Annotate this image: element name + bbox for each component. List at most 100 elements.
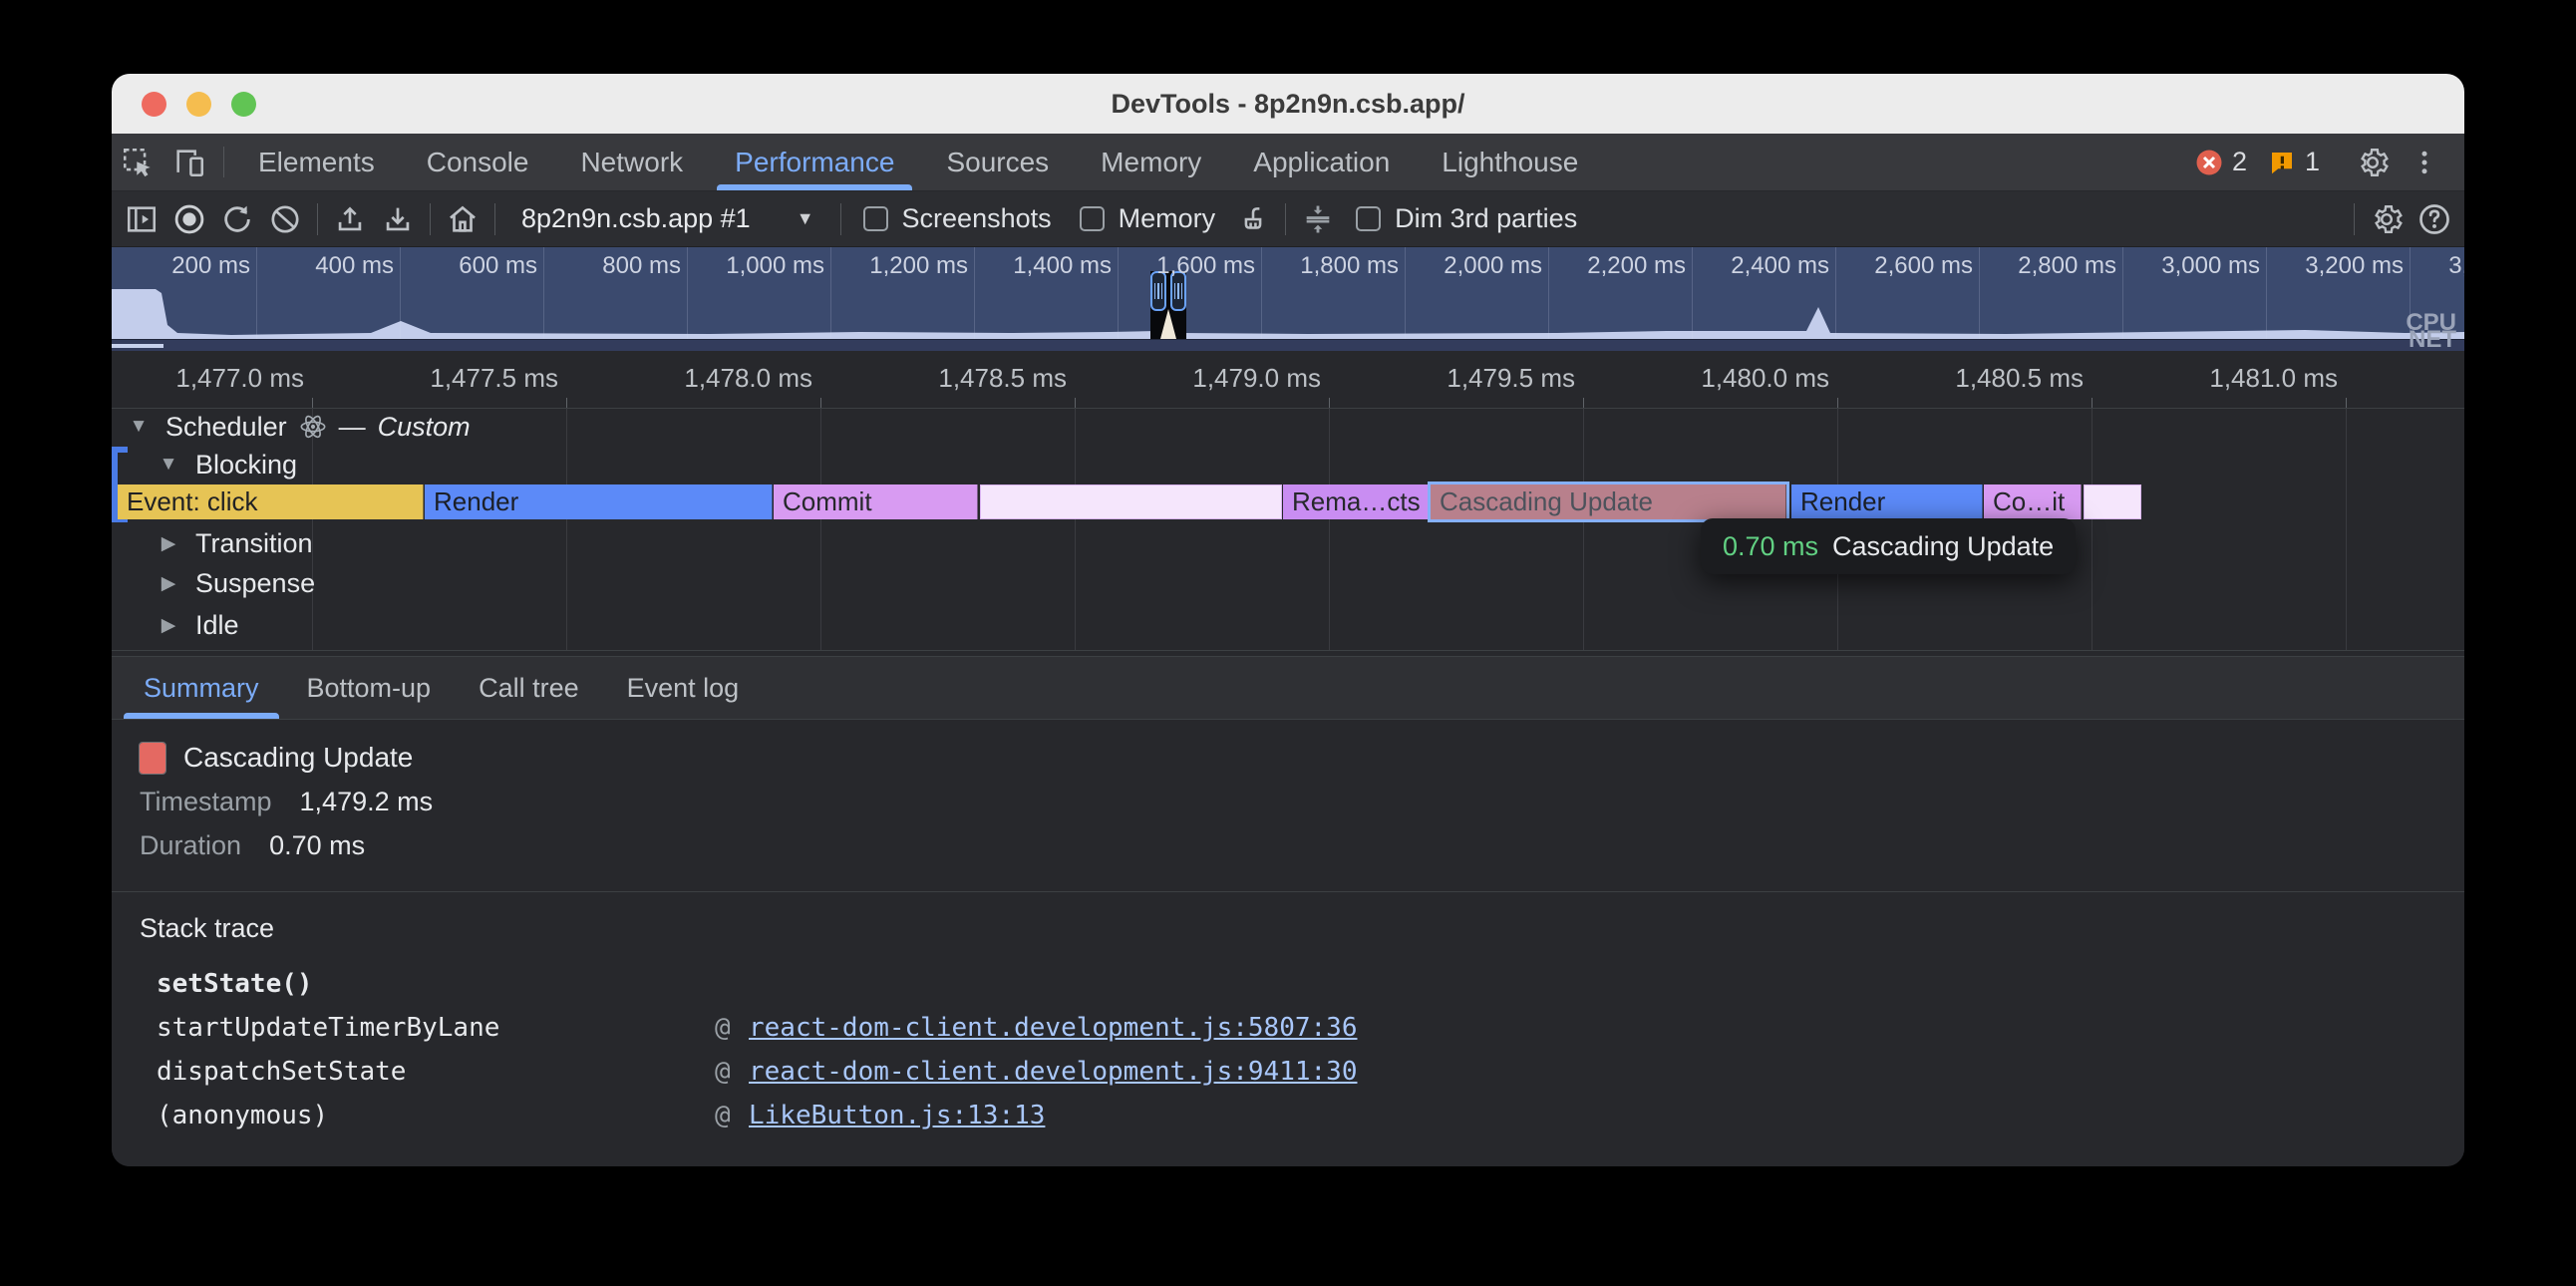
close-window-button[interactable] bbox=[142, 92, 166, 117]
ruler-tick-label: 1,479.0 ms bbox=[1192, 363, 1321, 394]
warning-badge[interactable]: 1 bbox=[2267, 147, 2320, 177]
tab-application[interactable]: Application bbox=[1227, 134, 1416, 190]
details-tabbar: SummaryBottom-upCall treeEvent log bbox=[112, 656, 2464, 720]
track-dash: — bbox=[339, 412, 366, 443]
summary-row-timestamp: Timestamp1,479.2 ms bbox=[140, 780, 2464, 823]
track-suspense[interactable]: ▶ Suspense bbox=[112, 565, 315, 601]
record-icon[interactable] bbox=[165, 195, 213, 243]
frame-source-link[interactable]: LikeButton.js:13:13 bbox=[749, 1101, 2464, 1130]
ruler-tick-mark bbox=[1583, 398, 1584, 408]
inspect-element-icon[interactable] bbox=[112, 134, 163, 190]
toolbar-divider bbox=[2354, 203, 2355, 235]
flame-bar-cascading-update[interactable]: Cascading Update bbox=[1431, 484, 1786, 519]
flame-bar-rema-cts[interactable]: Rema…cts bbox=[1283, 484, 1433, 519]
device-toolbar-icon[interactable] bbox=[163, 134, 215, 190]
tab-console[interactable]: Console bbox=[401, 134, 555, 190]
tab-sources[interactable]: Sources bbox=[920, 134, 1075, 190]
target-selector-value: 8p2n9n.csb.app #1 bbox=[521, 203, 751, 234]
collapse-triangle-icon[interactable]: ▼ bbox=[154, 454, 183, 476]
upload-profile-icon[interactable] bbox=[326, 195, 374, 243]
collapse-tracks-icon[interactable] bbox=[1294, 195, 1342, 243]
reload-record-icon[interactable] bbox=[213, 195, 261, 243]
target-selector-dropdown[interactable]: 8p2n9n.csb.app #1 ▼ bbox=[503, 203, 832, 234]
frame-at: @ bbox=[715, 1101, 749, 1130]
flame-gridline bbox=[2092, 409, 2093, 650]
flame-bar-co-it[interactable]: Co…it bbox=[1984, 484, 2082, 519]
flame-bar-commit[interactable]: Commit bbox=[774, 484, 978, 519]
event-color-swatch bbox=[140, 743, 165, 774]
more-options-kebab-icon[interactable] bbox=[2399, 148, 2450, 177]
details-tab-call-tree[interactable]: Call tree bbox=[455, 657, 603, 719]
flame-bar[interactable] bbox=[2084, 484, 2141, 519]
overview-gridline bbox=[1835, 247, 1836, 339]
track-transition[interactable]: ▶ Transition bbox=[112, 525, 313, 561]
overview-gridline bbox=[1979, 247, 1980, 339]
overview-gridline bbox=[1118, 247, 1119, 339]
flame-bars-row: Event: clickRenderCommitRema…ctsCascadin… bbox=[112, 484, 2464, 519]
stack-trace-panel: Stack trace setState()startUpdateTimerBy… bbox=[112, 892, 2464, 1166]
track-blocking[interactable]: ▼ Blocking bbox=[112, 447, 297, 482]
checkbox-box bbox=[1356, 206, 1381, 231]
dim-3rd-parties-checkbox[interactable]: Dim 3rd parties bbox=[1342, 203, 1591, 234]
stack-frame: (anonymous)@LikeButton.js:13:13 bbox=[157, 1094, 2464, 1137]
flame-bar[interactable] bbox=[980, 484, 1282, 519]
toolbar-divider bbox=[1285, 203, 1286, 235]
summary-rows: Timestamp1,479.2 msDuration0.70 ms bbox=[140, 780, 2464, 867]
screenshots-checkbox[interactable]: Screenshots bbox=[849, 203, 1066, 234]
tab-elements[interactable]: Elements bbox=[232, 134, 401, 190]
tab-network[interactable]: Network bbox=[554, 134, 709, 190]
toolbar-divider bbox=[430, 203, 431, 235]
help-icon[interactable] bbox=[2411, 195, 2458, 243]
overview-tick-label: 2,200 ms bbox=[1587, 252, 1686, 280]
track-label: Blocking bbox=[195, 450, 297, 481]
frame-at: @ bbox=[715, 1013, 749, 1043]
expand-triangle-icon[interactable]: ▶ bbox=[154, 532, 183, 555]
settings-gear-icon[interactable] bbox=[2347, 146, 2399, 179]
home-icon[interactable] bbox=[439, 195, 486, 243]
frame-source-link[interactable]: react-dom-client.development.js:5807:36 bbox=[749, 1013, 2464, 1043]
capture-settings-gear-icon[interactable] bbox=[2363, 195, 2411, 243]
track-idle[interactable]: ▶ Idle bbox=[112, 607, 239, 643]
error-badge[interactable]: 2 bbox=[2194, 147, 2247, 177]
toggle-sidebar-icon[interactable] bbox=[118, 195, 165, 243]
tabbar-right: 2 1 bbox=[2184, 134, 2464, 190]
toolbar-right bbox=[2346, 195, 2458, 243]
event-name: Cascading Update bbox=[183, 742, 413, 774]
collect-garbage-icon[interactable] bbox=[1229, 195, 1277, 243]
zoom-window-button[interactable] bbox=[231, 92, 256, 117]
overview-tick-label: 2,600 ms bbox=[1874, 252, 1973, 280]
expand-triangle-icon[interactable]: ▶ bbox=[154, 572, 183, 595]
net-label: NET bbox=[2409, 326, 2456, 351]
flame-bar-render[interactable]: Render bbox=[1791, 484, 1983, 519]
error-count: 2 bbox=[2232, 147, 2247, 177]
clear-icon[interactable] bbox=[261, 195, 309, 243]
summary-value: 1,479.2 ms bbox=[300, 787, 434, 817]
details-tab-summary[interactable]: Summary bbox=[120, 657, 283, 719]
stack-frames: setState()startUpdateTimerByLane@react-d… bbox=[140, 962, 2464, 1137]
overview-tick-label: 1,400 ms bbox=[1013, 252, 1112, 280]
ruler-tick-mark bbox=[2092, 398, 2093, 408]
timeline-overview[interactable]: CPU NET 200 ms400 ms600 ms800 ms1,000 ms… bbox=[112, 247, 2464, 351]
track-scheduler[interactable]: ▼ Scheduler — Custom bbox=[112, 409, 471, 445]
expand-triangle-icon[interactable]: ▶ bbox=[154, 614, 183, 637]
details-tab-bottom-up[interactable]: Bottom-up bbox=[283, 657, 456, 719]
tab-lighthouse[interactable]: Lighthouse bbox=[1416, 134, 1604, 190]
details-tab-event-log[interactable]: Event log bbox=[603, 657, 764, 719]
flame-bar-render[interactable]: Render bbox=[425, 484, 773, 519]
overview-tick-label: 200 ms bbox=[171, 252, 250, 280]
ruler-tick-label: 1,481.0 ms bbox=[2209, 363, 2338, 394]
tab-memory[interactable]: Memory bbox=[1075, 134, 1227, 190]
minimize-window-button[interactable] bbox=[186, 92, 211, 117]
tab-performance[interactable]: Performance bbox=[709, 134, 920, 190]
download-profile-icon[interactable] bbox=[374, 195, 422, 243]
collapse-triangle-icon[interactable]: ▼ bbox=[124, 416, 154, 438]
overview-gridline bbox=[974, 247, 975, 339]
frame-source-link[interactable]: react-dom-client.development.js:9411:30 bbox=[749, 1057, 2464, 1087]
flame-gridline bbox=[566, 409, 567, 650]
overview-tick-label: 2,000 ms bbox=[1444, 252, 1542, 280]
ruler-tick-label: 1,480.5 ms bbox=[1955, 363, 2084, 394]
memory-checkbox[interactable]: Memory bbox=[1066, 203, 1230, 234]
ruler-tick-label: 1,480.0 ms bbox=[1701, 363, 1829, 394]
overview-tick-label: 2,800 ms bbox=[2018, 252, 2116, 280]
flame-bar-event-click[interactable]: Event: click bbox=[118, 484, 424, 519]
